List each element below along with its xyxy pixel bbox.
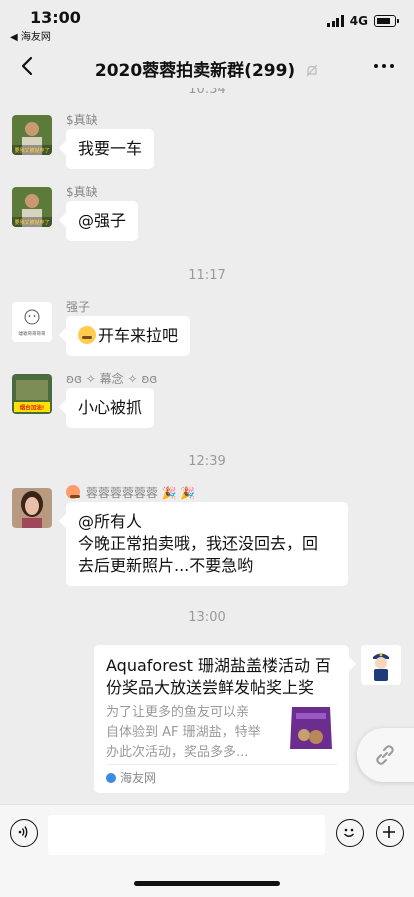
message-bubble[interactable]: 我要一车 [66, 129, 155, 169]
avatar[interactable]: 要我又被抛弃了 [12, 115, 52, 155]
chat-area[interactable]: 10:34 要我又被抛弃了 $真缺 我要一车 要我又被抛弃了 $真缺 @强子 1… [0, 88, 414, 804]
police-cartoon-avatar-icon [361, 645, 401, 685]
card-desc-line: 办此次活动，奖品多多... [106, 745, 249, 760]
card-title-line: Aquaforest 珊湖盐盖楼活动 百 [106, 656, 332, 675]
timestamp: 12:39 [188, 454, 226, 469]
link-icon [376, 745, 394, 765]
status-bar: 13:00 ◀ 海友网 4G [0, 0, 414, 44]
sleepy-face-emoji-icon [78, 326, 96, 344]
card-source: 海友网 [106, 769, 156, 786]
message-bubble[interactable]: 小心被抓 [66, 388, 155, 428]
nick-decor-icon: ✧ ʚɞ [123, 372, 158, 386]
sender-name: 强子 [66, 300, 91, 314]
message-input[interactable] [48, 815, 325, 855]
sender-name: 蓉蓉蓉蓉蓉蓉 🎉 🎉 [66, 484, 195, 501]
cartoon-avatar-icon: 嘘嘘哥哥哥哥 [12, 302, 52, 342]
status-time: 13:00 [30, 8, 81, 27]
message-line: 去后更新照片...不要急哟 [78, 556, 254, 575]
voice-icon [18, 826, 28, 838]
back-to-app-link[interactable]: ◀ 海友网 [10, 28, 51, 43]
card-title: Aquaforest 珊湖盐盖楼活动 百 份奖品大放送尝鲜发帖奖上奖 [106, 655, 341, 699]
nav-bar: 2020蓉蓉拍卖新群(299) [0, 44, 414, 88]
sender-name: $真缺 [66, 113, 98, 127]
message-line: 今晚正常拍卖哦，我还没回去，回 [78, 534, 319, 553]
avatar[interactable]: 烟台加油! [12, 374, 52, 414]
timestamp: 11:17 [188, 268, 226, 283]
avatar-photo-icon: 烟台加油! [12, 374, 52, 414]
product-thumbnail-icon [286, 701, 336, 753]
sender-name: $真缺 [66, 185, 98, 199]
message-text: 开车来拉吧 [98, 326, 179, 345]
timestamp: 10:34 [188, 88, 226, 97]
card-divider [106, 764, 337, 765]
party-popper-icon: 🎉 🎉 [161, 486, 196, 500]
card-title-line: 份奖品大放送尝鲜发帖奖上奖 [106, 678, 315, 697]
message-bubble[interactable]: @所有人 今晚正常拍卖哦，我还没回去，回 去后更新照片...不要急哟 [66, 502, 348, 586]
kiss-emoji-icon [66, 485, 80, 499]
mute-bell-icon [306, 64, 318, 77]
link-card[interactable]: Aquaforest 珊湖盐盖楼活动 百 份奖品大放送尝鲜发帖奖上奖 为了让更多… [94, 645, 349, 793]
avatar-photo-icon [12, 488, 52, 528]
message-bubble[interactable]: @强子 [66, 201, 139, 241]
avatar-caption: 要我又被抛弃了 [14, 147, 49, 154]
more-options-icon[interactable] [374, 64, 394, 68]
nick-decor-icon: ʚɞ ✧ [66, 372, 100, 386]
message-line: @所有人 [78, 512, 143, 531]
avatar-caption: 嘘嘘哥哥哥哥 [19, 330, 46, 337]
smiley-icon [344, 828, 354, 837]
signal-icon [327, 15, 344, 27]
sender-name-text: 蓉蓉蓉蓉蓉蓉 [85, 486, 158, 500]
avatar-caption: 要我又被抛弃了 [14, 219, 49, 226]
avatar-photo-icon: 要我又被抛弃了 [12, 187, 52, 227]
my-avatar[interactable] [361, 645, 401, 685]
battery-icon [374, 15, 399, 27]
card-desc-line: 自体验到 AF 珊湖盐，特举 [106, 725, 261, 740]
chat-title: 2020蓉蓉拍卖新群(299) [94, 61, 296, 81]
plus-icon [383, 826, 395, 838]
avatar[interactable]: 嘘嘘哥哥哥哥 [12, 302, 52, 342]
source-logo-icon [106, 772, 116, 783]
avatar-photo-icon: 要我又被抛弃了 [12, 115, 52, 155]
card-description: 为了让更多的鱼友可以亲 自体验到 AF 珊湖盐，特举 办此次活动，奖品多多... [106, 703, 278, 763]
floating-link-button[interactable] [357, 728, 414, 782]
status-indicators: 4G [327, 14, 399, 28]
emoji-button[interactable] [336, 819, 364, 847]
back-arrow-icon[interactable] [16, 54, 40, 78]
timestamp: 13:00 [188, 610, 226, 625]
card-source-label: 海友网 [120, 771, 157, 785]
network-type: 4G [349, 14, 368, 28]
chat-title-wrap: 2020蓉蓉拍卖新群(299) [60, 56, 354, 81]
voice-input-button[interactable] [10, 819, 38, 847]
sender-name: ʚɞ ✧ 幕念 ✧ ʚɞ [66, 370, 157, 387]
sender-name-text: 幕念 [99, 372, 124, 386]
card-desc-line: 为了让更多的鱼友可以亲 [106, 705, 250, 720]
more-actions-button[interactable] [376, 819, 404, 847]
home-indicator [134, 881, 280, 886]
avatar-caption: 烟台加油! [20, 404, 45, 412]
avatar[interactable]: 要我又被抛弃了 [12, 187, 52, 227]
avatar[interactable] [12, 488, 52, 528]
message-bubble[interactable]: 开车来拉吧 [66, 316, 191, 356]
